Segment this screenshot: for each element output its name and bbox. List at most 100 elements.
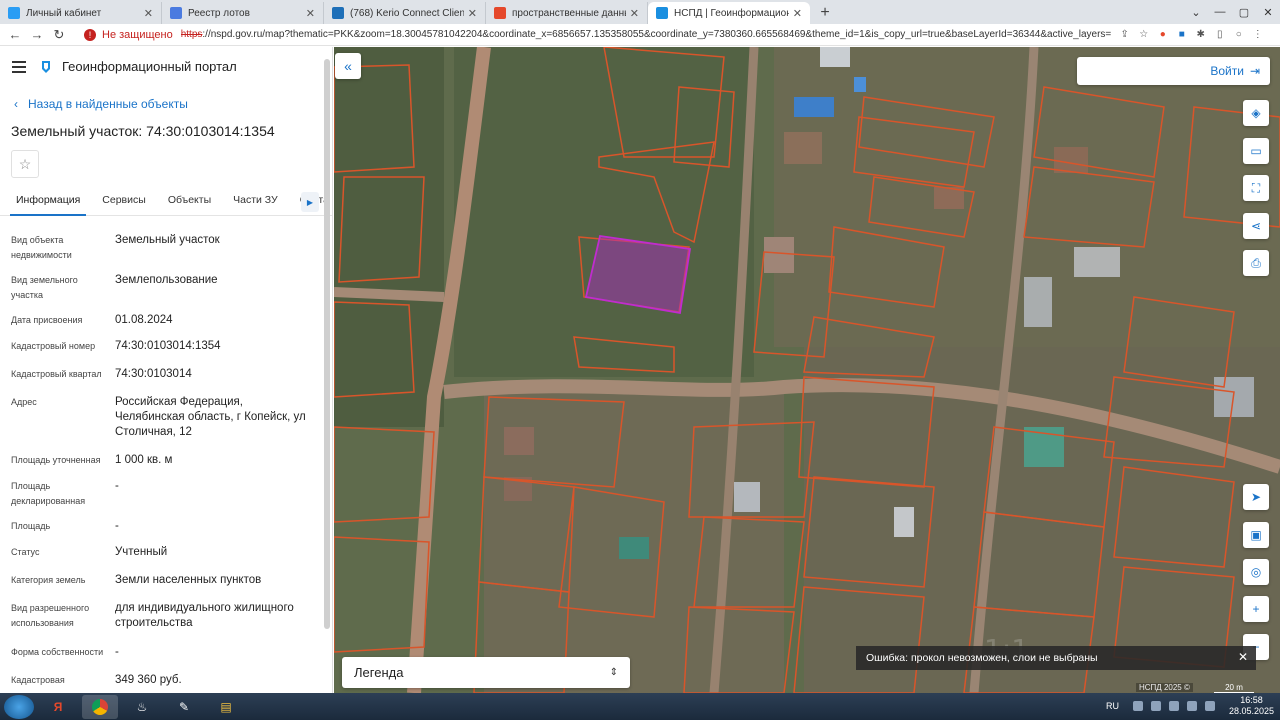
window-close-icon[interactable]: ✕ [1258, 2, 1278, 22]
tab-title: Реестр лотов [188, 7, 250, 19]
tab-objects[interactable]: Объекты [162, 190, 217, 216]
close-icon[interactable]: ✕ [630, 7, 639, 20]
tab-title: Личный кабинет [26, 7, 102, 19]
share-icon[interactable]: ⋖ [1243, 213, 1269, 239]
tab-info[interactable]: Информация [10, 190, 87, 216]
browser-tab[interactable]: (768) Kerio Connect Client ✕ [324, 2, 486, 24]
close-icon[interactable]: ✕ [468, 7, 477, 20]
login-button[interactable]: Войти ⇥ [1077, 57, 1270, 85]
layers-icon[interactable]: ◈ [1243, 100, 1269, 126]
reload-icon[interactable]: ↻ [48, 27, 70, 43]
menu-dots-icon[interactable]: ⋮ [1252, 29, 1264, 41]
close-icon[interactable]: ✕ [1238, 650, 1248, 664]
maximize-icon[interactable]: ▢ [1234, 2, 1254, 22]
tray-app-icon[interactable] [1168, 701, 1179, 711]
error-message: Ошибка: прокол невозможен, слои не выбра… [866, 652, 1098, 664]
folder-icon[interactable]: ▤ [208, 695, 244, 719]
tray-app-icon[interactable] [1132, 701, 1143, 711]
object-title: Земельный участок: 74:30:0103014:1354 [11, 123, 275, 139]
tab-favicon [494, 7, 506, 19]
portal-title: Геоинформационный портал [62, 59, 237, 74]
security-indicator[interactable]: ! Не защищено [84, 28, 173, 41]
warning-icon: ! [84, 28, 96, 41]
property-value: 74:30:0103014:1354 [115, 340, 221, 352]
start-button-icon[interactable] [4, 694, 34, 719]
property-value: - [115, 520, 119, 532]
property-key: Площадь декларированная [11, 481, 86, 506]
chrome-icon[interactable] [82, 694, 118, 719]
collapse-panel-icon[interactable]: « [335, 53, 361, 79]
url-field[interactable]: https://nspd.gov.ru/map?thematic=PKK&zoo… [181, 29, 1111, 40]
satellite-map[interactable]: 1:1 [334, 47, 1280, 693]
extension-icon[interactable]: ■ [1176, 29, 1188, 41]
screen-icon[interactable]: ▣ [1243, 522, 1269, 548]
language-indicator[interactable]: RU [1106, 701, 1119, 711]
feather-app-icon[interactable]: ✎ [166, 695, 202, 719]
profile-icon[interactable]: ○ [1233, 29, 1245, 41]
yandex-browser-icon[interactable]: Я [40, 695, 76, 719]
area-select-icon[interactable]: ⛶ [1243, 175, 1269, 201]
panel-scrollbar[interactable] [324, 59, 330, 629]
minimize-icon[interactable]: — [1210, 2, 1230, 22]
sidebar-icon[interactable]: ▯ [1214, 29, 1226, 41]
property-value: - [115, 646, 119, 658]
print-icon[interactable]: ⎙ [1243, 250, 1269, 276]
clock[interactable]: 16:58 28.05.2025 [1229, 695, 1274, 717]
close-icon[interactable]: ✕ [144, 7, 153, 20]
legend-dropdown[interactable]: Легенда ⇕ [342, 657, 630, 688]
puzzle-icon[interactable]: ✱ [1195, 29, 1207, 41]
new-tab-button[interactable]: + [814, 2, 836, 24]
browser-tab[interactable]: Реестр лотов ✕ [162, 2, 324, 24]
tray-app-icon[interactable] [1150, 701, 1161, 711]
legend-label: Легенда [354, 665, 404, 680]
java-icon[interactable]: ♨ [124, 695, 160, 719]
property-value: Землепользование [115, 274, 218, 286]
tab-favicon [8, 7, 20, 19]
tab-favicon [656, 7, 668, 19]
share-icon[interactable]: ⇪ [1119, 29, 1131, 41]
info-panel: Геоинформационный портал ‹ Назад в найден… [0, 47, 333, 693]
property-key: Площадь [11, 521, 51, 531]
clock-date: 28.05.2025 [1228, 706, 1274, 716]
map-view[interactable]: 1:1 « Войти⇥ ◈ ▭ ⛶ ⋖ ⎙ ➤ ▣ ◎ + − Легенда… [334, 47, 1280, 693]
yandex-extension-icon[interactable]: ● [1157, 29, 1169, 41]
property-value: Российская Федерация, Челябинская област… [115, 396, 306, 438]
locate-arrow-icon[interactable]: ➤ [1243, 484, 1269, 510]
back-to-results-link[interactable]: ‹ Назад в найденные объекты [14, 97, 188, 111]
back-arrow-icon[interactable]: ← [4, 27, 26, 42]
sort-icon: ⇕ [609, 667, 618, 678]
favorite-star-icon[interactable]: ☆ [11, 150, 39, 178]
login-icon: ⇥ [1249, 64, 1260, 78]
map-scale: 20 m [1214, 683, 1254, 693]
close-icon[interactable]: ✕ [793, 7, 802, 20]
hamburger-icon[interactable] [12, 60, 26, 73]
tabs-scroll-right-icon[interactable]: ▶ [301, 192, 319, 212]
url-path: ://nspd.gov.ru/map?thematic=PKK&zoom=18.… [202, 29, 1111, 40]
close-icon[interactable]: ✕ [306, 7, 315, 20]
address-bar: ← → ↻ ! Не защищено https://nspd.gov.ru/m… [0, 24, 1280, 46]
browser-tab[interactable]: пространственные данные рос ✕ [486, 2, 648, 24]
browser-tab-strip: Личный кабинет ✕ Реестр лотов ✕ (768) Keri… [0, 0, 1280, 24]
geolocation-icon[interactable]: ◎ [1243, 559, 1269, 585]
property-key: Форма собственности [11, 647, 104, 657]
ruler-icon[interactable]: ▭ [1243, 138, 1269, 164]
browser-tab[interactable]: Личный кабинет ✕ [0, 2, 162, 24]
property-key: Площадь уточненная [11, 455, 101, 465]
property-key: Статус [11, 547, 40, 557]
tab-services[interactable]: Сервисы [96, 190, 152, 216]
property-value: Земли населенных пунктов [115, 574, 262, 586]
network-icon[interactable] [1186, 701, 1197, 711]
tab-title: (768) Kerio Connect Client [350, 7, 464, 19]
portal-logo-icon [42, 60, 50, 73]
forward-arrow-icon[interactable]: → [26, 27, 48, 42]
tab-search-icon[interactable]: ⌄ [1186, 2, 1206, 22]
chevron-left-icon: ‹ [14, 97, 18, 111]
error-toast: Ошибка: прокол невозможен, слои не выбра… [856, 646, 1256, 670]
zoom-in-icon[interactable]: + [1243, 596, 1269, 622]
volume-icon[interactable] [1204, 701, 1215, 711]
tab-parts[interactable]: Части ЗУ [227, 190, 284, 216]
browser-tab-active[interactable]: НСПД | Геоинформационный п ✕ [648, 2, 810, 24]
tab-title: НСПД | Геоинформационный п [674, 7, 789, 19]
property-key: Дата присвоения [11, 315, 83, 325]
bookmark-star-icon[interactable]: ☆ [1138, 29, 1150, 41]
